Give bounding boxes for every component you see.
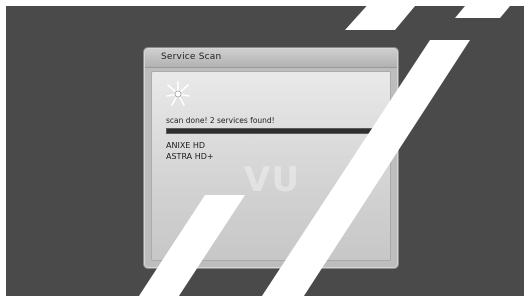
found-services-list: ANIXE HD ASTRA HD+ [166,140,214,162]
tv-screen: Service Scan scan done! 2 services found… [6,6,524,296]
scan-progress-bar [166,128,390,134]
service-list-item: ANIXE HD [166,141,206,150]
satellite-dish-icon [166,81,190,106]
dialog-title: Service Scan [161,52,222,62]
service-list-item: ASTRA HD+ [166,152,214,161]
scan-progress-fill [167,129,389,133]
scan-status-text: scan done! 2 services found! [166,116,275,125]
service-scan-dialog: Service Scan scan done! 2 services found… [144,48,398,268]
scan-content-panel: scan done! 2 services found! ANIXE HD AST… [151,71,391,261]
dialog-title-bar: Service Scan [145,49,397,68]
faded-logo-watermark: VU [244,160,300,200]
